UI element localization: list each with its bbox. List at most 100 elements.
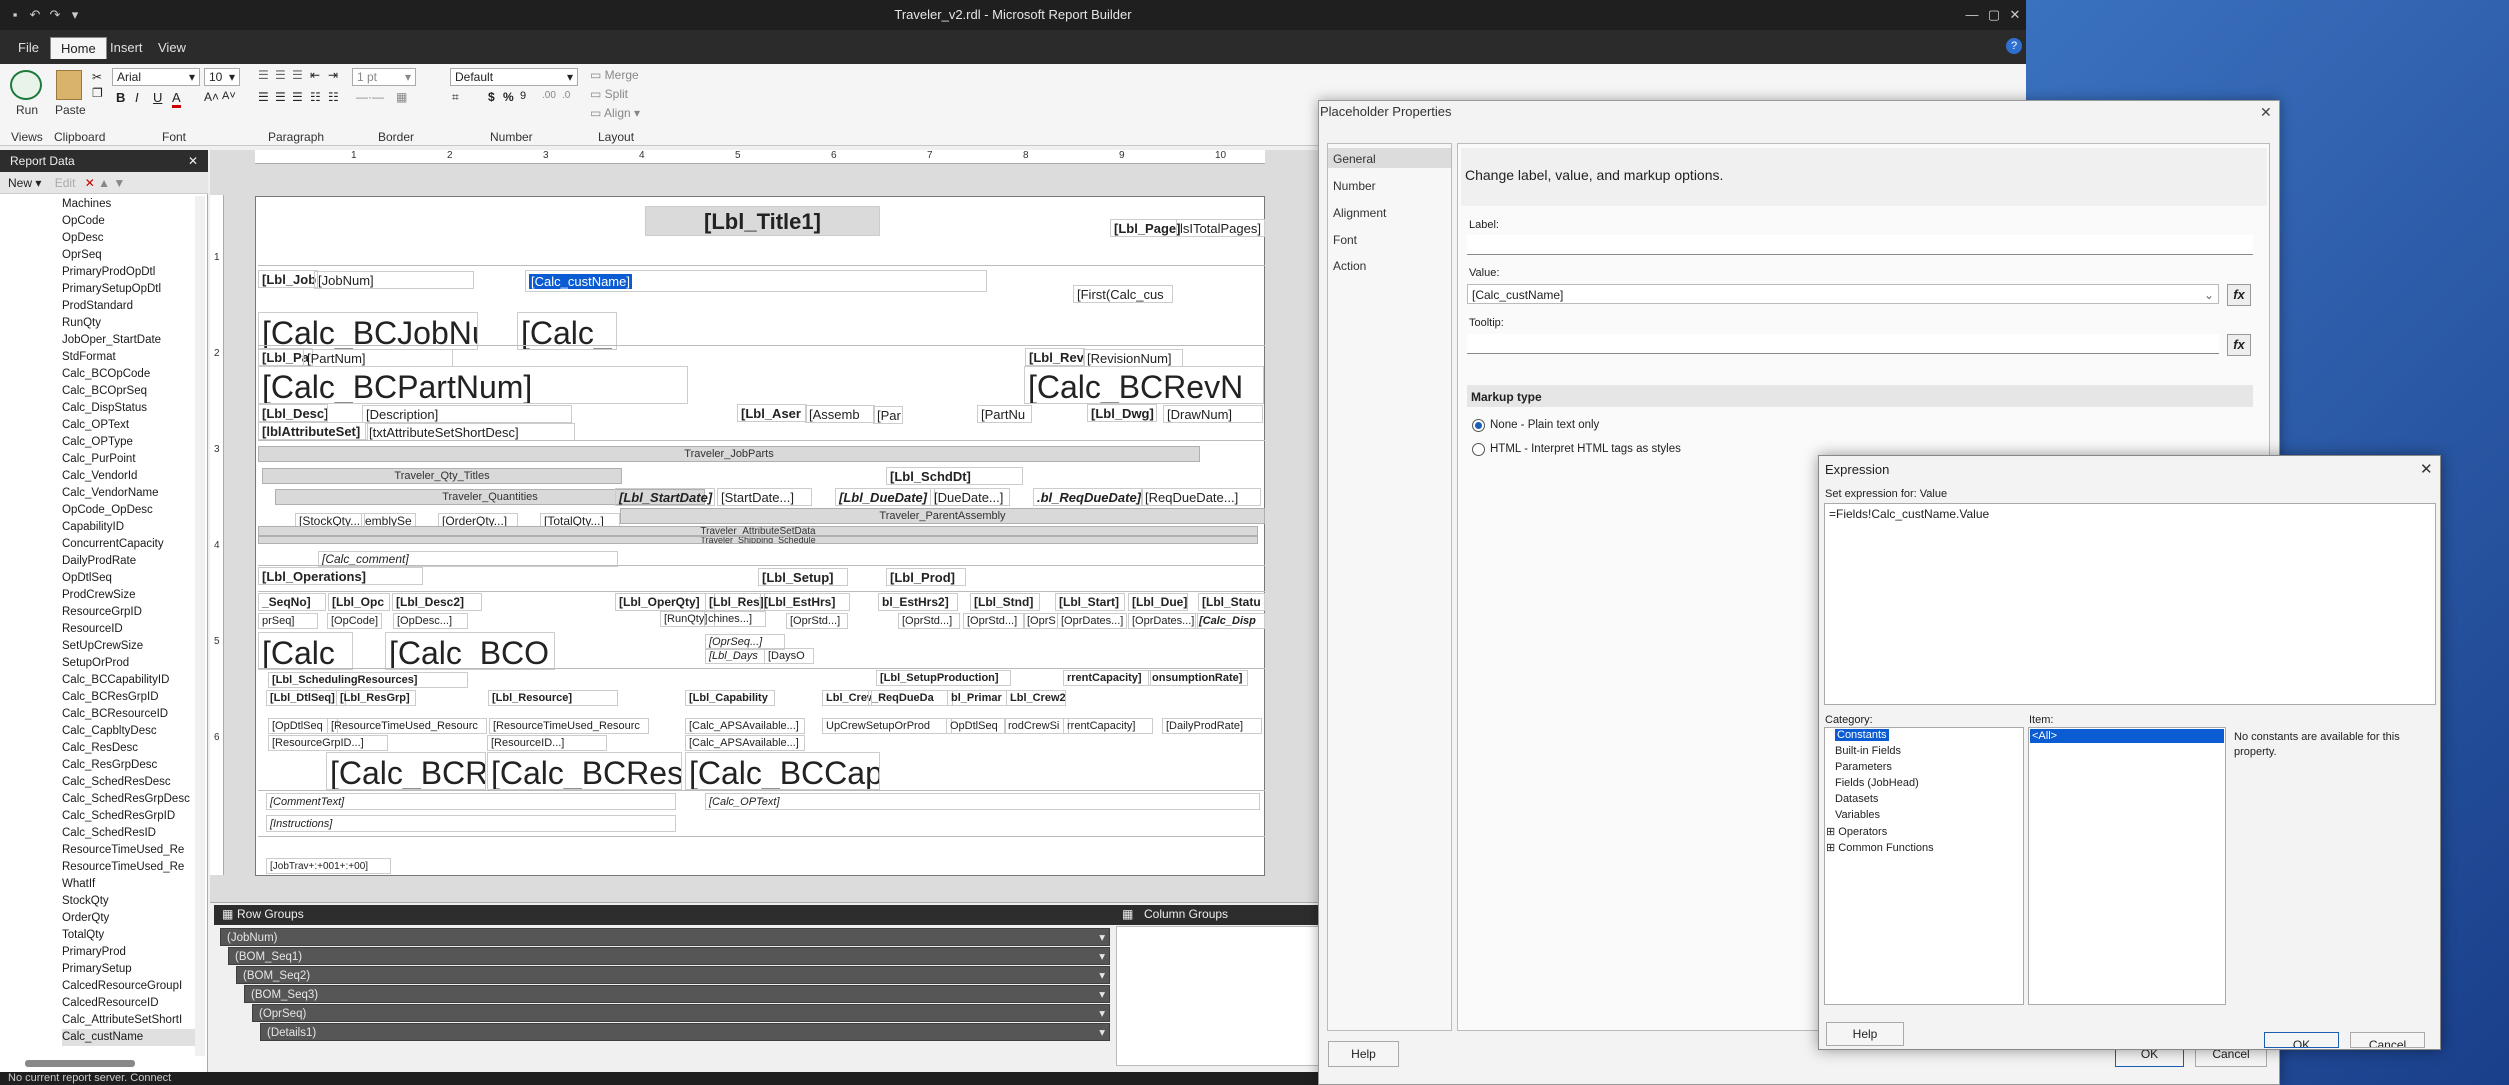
primar[interactable]: bl_Primar (947, 690, 1007, 706)
field-item[interactable]: ProdStandard (62, 298, 202, 315)
commenttext[interactable]: [CommentText] (266, 793, 676, 810)
panel-close-icon[interactable]: ✕ (188, 154, 198, 168)
band-shipping[interactable]: Traveler_Shipping_Schedule (258, 536, 1258, 544)
barcode-revnum[interactable]: [Calc_BCRevN (1024, 366, 1264, 404)
field-item[interactable]: PrimarySetup (62, 961, 202, 978)
split-button[interactable]: ▭ Split (590, 87, 628, 101)
category-item[interactable]: Datasets (1835, 793, 1878, 805)
row-group-item[interactable]: (OprSeq) ▾ (252, 1004, 1110, 1022)
markup-none-label[interactable]: None - Plain text only (1490, 419, 1599, 431)
field-item[interactable]: Machines (62, 196, 202, 213)
r-oprs[interactable]: [OprS (1023, 613, 1058, 629)
field-item[interactable]: Calc_BCCapabilityID (62, 672, 202, 689)
currentcap2[interactable]: rrentCapacity] (1063, 718, 1153, 734)
instructions[interactable]: [Instructions] (266, 815, 676, 832)
startdate[interactable]: [StartDate...] (717, 488, 812, 506)
nav-font[interactable]: Font (1333, 233, 1357, 247)
barcode-bccap[interactable]: [Calc_BCCap (685, 752, 880, 790)
nav-alignment[interactable]: Alignment (1333, 206, 1386, 220)
job-num[interactable]: [JobNum] (314, 271, 474, 289)
field-item[interactable]: Calc_CapbltyDesc (62, 723, 202, 740)
category-item[interactable]: Built-in Fields (1835, 745, 1901, 757)
field-item[interactable]: TotalQty (62, 927, 202, 944)
chevron-down-icon[interactable]: ▾ (1099, 967, 1105, 985)
maximize-icon[interactable]: ▢ (1983, 4, 2005, 26)
placeholder-styles-icon[interactable]: ⌗ (452, 90, 459, 105)
lbl-startdate[interactable]: [Lbl_StartDate] (615, 488, 715, 506)
field-item[interactable]: OpDtlSeq (62, 570, 202, 587)
resourceid[interactable]: [ResourceID...] (487, 735, 607, 751)
field-item[interactable]: OpCode_OpDesc (62, 502, 202, 519)
lbl-job[interactable]: [Lbl_Job (258, 270, 318, 288)
border-width-select[interactable]: 1 pt ▾ (352, 68, 416, 86)
ex-ok-button[interactable]: OK (2264, 1032, 2339, 1048)
barcode-bcr[interactable]: [Calc_BCR (326, 752, 486, 790)
lbl-reqduedate[interactable]: .bl_ReqDueDate] (1033, 488, 1143, 506)
lbl-crew2[interactable]: Lbl_Crew2 (1006, 690, 1066, 706)
decrease-decimal-icon[interactable]: .0 (562, 90, 570, 101)
consumption[interactable]: onsumptionRate] (1148, 670, 1248, 686)
lbl-schedres[interactable]: [Lbl_SchedulingResources] (268, 672, 468, 688)
lbl-crew[interactable]: Lbl_Crew (822, 690, 872, 706)
markup-html-radio[interactable] (1472, 443, 1485, 456)
barcode-partnum[interactable]: [Calc_BCPartNum] (258, 366, 688, 404)
field-item[interactable]: CalcedResourceGroupI (62, 978, 202, 995)
r-opcode[interactable]: [OpCode] (327, 613, 382, 629)
r-machines[interactable]: chines...] (704, 611, 766, 627)
markup-none-radio[interactable] (1472, 419, 1485, 432)
r-oprstd1[interactable]: [OprStd...] (786, 613, 848, 629)
tooltip-fx-button[interactable]: fx (2227, 334, 2251, 356)
r-oprstd3[interactable]: [OprStd...] (963, 613, 1025, 629)
barcode-bcres[interactable]: [Calc_BCRes (487, 752, 682, 790)
lbl-setupprod[interactable]: [Lbl_SetupProduction] (876, 670, 1011, 686)
bold-icon[interactable]: B (116, 90, 125, 105)
field-item[interactable]: Calc_BCResGrpID (62, 689, 202, 706)
field-item[interactable]: Calc_SchedResGrpDesc (62, 791, 202, 808)
h-seqno[interactable]: _SeqNo] (258, 593, 326, 611)
shrink-font-icon[interactable]: A˅ (222, 90, 236, 102)
markup-html-label[interactable]: HTML - Interpret HTML tags as styles (1490, 443, 1681, 455)
field-item[interactable]: ResourceTimeUsed_Re (62, 842, 202, 859)
bullets-icon[interactable]: ☷ (310, 90, 321, 104)
chevron-down-icon[interactable]: ▾ (1099, 1024, 1105, 1042)
field-item[interactable]: Calc_BCOpCode (62, 366, 202, 383)
lbl-setup[interactable]: [Lbl_Setup] (758, 568, 848, 586)
menu-home[interactable]: Home (50, 37, 107, 59)
item-list[interactable] (2028, 727, 2226, 1005)
cust-name-selected-text[interactable]: [Calc_custName] (529, 274, 632, 289)
lbl-resgrp[interactable]: [Lbl_ResGrp] (336, 690, 416, 706)
lbl-rev[interactable]: [Lbl_Rev (1025, 348, 1085, 366)
run-icon[interactable] (10, 70, 42, 100)
category-item[interactable]: Constants (1835, 729, 1889, 741)
restimeused1[interactable]: [ResourceTimeUsed_Resourc (327, 718, 487, 734)
drawnum[interactable]: [DrawNum] (1163, 405, 1263, 423)
field-item[interactable]: Calc_SchedResID (62, 825, 202, 842)
field-item[interactable]: RunQty (62, 315, 202, 332)
align-top-icon[interactable]: ☰ (258, 68, 269, 82)
band-attrdata[interactable]: Traveler_AttributeSetData (258, 526, 1258, 536)
field-item[interactable]: PrimaryProdOpDtl (62, 264, 202, 281)
first-calc[interactable]: [First(Calc_cus (1073, 285, 1173, 303)
field-item[interactable]: SetupOrProd (62, 655, 202, 672)
part-num[interactable]: [PartNum] (303, 349, 453, 367)
h-lblop[interactable]: [Lbl_Opc (328, 593, 390, 611)
field-item[interactable]: SetUpCrewSize (62, 638, 202, 655)
field-item[interactable]: OpCode (62, 213, 202, 230)
ex-cancel-button[interactable]: Cancel (2350, 1032, 2425, 1048)
lbl-capability[interactable]: [Lbl_Capability (685, 690, 775, 706)
field-item[interactable]: Calc_ResDesc (62, 740, 202, 757)
percent-icon[interactable]: % (503, 90, 514, 104)
field-item[interactable]: Calc_ResGrpDesc (62, 757, 202, 774)
menu-file[interactable]: File (8, 37, 49, 59)
lbl-attr[interactable]: [lblAttributeSet] (258, 422, 368, 440)
align-button[interactable]: ▭ Align ▾ (590, 106, 640, 120)
column-groups-area[interactable] (1116, 926, 1320, 1066)
cut-icon[interactable]: ✂ (92, 70, 102, 84)
h-due[interactable]: [Lbl_Due] (1128, 593, 1188, 611)
align-middle-icon[interactable]: ☰ (275, 68, 286, 82)
outdent-icon[interactable]: ⇥ (328, 68, 338, 82)
field-item[interactable]: Calc_AttributeSetShortI (62, 1012, 202, 1029)
r-oprdates2[interactable]: [OprDates...] (1128, 613, 1198, 629)
lbl-desc[interactable]: [Lbl_Desc] (258, 404, 328, 422)
minimize-icon[interactable]: — (1961, 4, 1983, 26)
